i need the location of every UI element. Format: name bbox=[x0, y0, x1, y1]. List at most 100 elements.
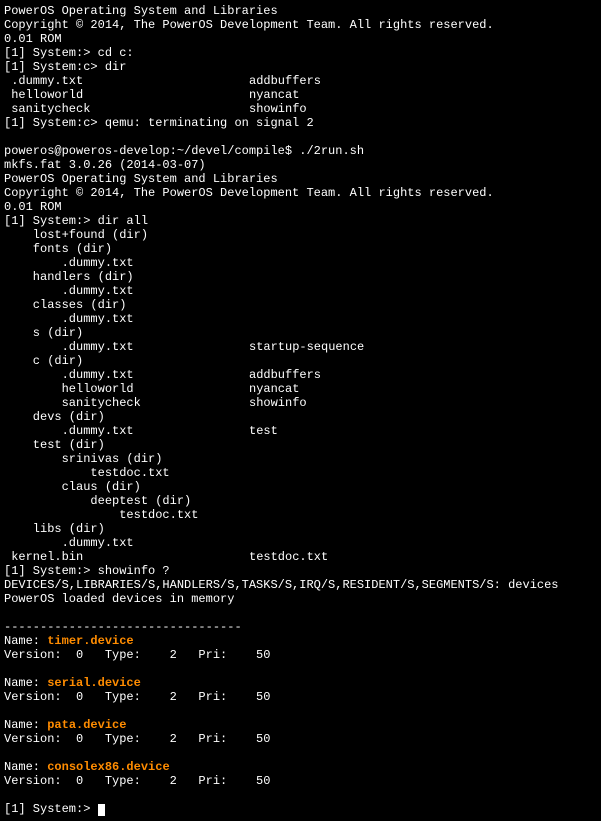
device-name: serial.device bbox=[47, 676, 141, 690]
file-name: devs (dir) bbox=[4, 410, 249, 424]
file-name: deeptest (dir) bbox=[4, 494, 249, 508]
os-title: PowerOS Operating System and Libraries bbox=[4, 4, 597, 18]
label: Name: bbox=[4, 718, 47, 732]
file-name: kernel.bin bbox=[4, 550, 249, 564]
separator: --------------------------------- bbox=[4, 620, 597, 634]
cmd-input[interactable]: dir bbox=[105, 60, 127, 74]
dir-entry: .dummy.txt bbox=[4, 256, 597, 270]
dir-entry: claus (dir) bbox=[4, 480, 597, 494]
prompt-line[interactable]: [1] System:> showinfo ? bbox=[4, 564, 597, 578]
prompt: [1] System:> bbox=[4, 802, 98, 816]
dir-entry: test (dir) bbox=[4, 438, 597, 452]
dir-entry: testdoc.txt bbox=[4, 466, 597, 480]
file-name: .dummy.txt bbox=[4, 340, 249, 354]
blank-line bbox=[4, 788, 597, 802]
os-rom: 0.01 ROM bbox=[4, 200, 597, 214]
file-name: helloworld bbox=[4, 382, 249, 396]
option-input[interactable]: devices bbox=[508, 578, 558, 592]
file-name: .dummy.txt bbox=[4, 284, 249, 298]
file-name: helloworld bbox=[4, 88, 249, 102]
prompt: [1] System:> bbox=[4, 564, 98, 578]
blank-line bbox=[4, 606, 597, 620]
device-name: timer.device bbox=[47, 634, 133, 648]
dir-entry: devs (dir) bbox=[4, 410, 597, 424]
dir-entry: srinivas (dir) bbox=[4, 452, 597, 466]
prompt: [1] System:c> bbox=[4, 60, 105, 74]
dir-entry: .dummy.txt bbox=[4, 284, 597, 298]
dir-entry: .dummy.txt bbox=[4, 536, 597, 550]
device-name: pata.device bbox=[47, 718, 126, 732]
dir-entry: .dummy.txtstartup-sequence bbox=[4, 340, 597, 354]
os-title: PowerOS Operating System and Libraries bbox=[4, 172, 597, 186]
dir-entry: helloworldnyancat bbox=[4, 88, 597, 102]
file-name: testdoc.txt bbox=[4, 508, 249, 522]
device-info-line: Version: 0 Type: 2 Pri: 50 bbox=[4, 648, 597, 662]
os-copyright: Copyright © 2014, The PowerOS Developmen… bbox=[4, 18, 597, 32]
dir-entry: handlers (dir) bbox=[4, 270, 597, 284]
cmd-input[interactable]: cd c: bbox=[98, 46, 134, 60]
dir-entry: libs (dir) bbox=[4, 522, 597, 536]
dir-entry: sanitycheckshowinfo bbox=[4, 396, 597, 410]
dir-entry: sanitycheckshowinfo bbox=[4, 102, 597, 116]
file-name: testdoc.txt bbox=[4, 466, 249, 480]
file-name: .dummy.txt bbox=[4, 312, 249, 326]
file-name: .dummy.txt bbox=[4, 536, 249, 550]
dir-entry: kernel.bintestdoc.txt bbox=[4, 550, 597, 564]
file-name: srinivas (dir) bbox=[4, 452, 249, 466]
device-info-line: Version: 0 Type: 2 Pri: 50 bbox=[4, 774, 597, 788]
dir-entry: deeptest (dir) bbox=[4, 494, 597, 508]
prompt: [1] System:> bbox=[4, 46, 98, 60]
host-prompt-line[interactable]: poweros@poweros-develop:~/devel/compile$… bbox=[4, 144, 597, 158]
label: Name: bbox=[4, 760, 47, 774]
device-name-line: Name: consolex86.device bbox=[4, 760, 597, 774]
label: Name: bbox=[4, 634, 47, 648]
dir-entry: fonts (dir) bbox=[4, 242, 597, 256]
file-name: .dummy.txt bbox=[4, 368, 249, 382]
dir-entry: .dummy.txt bbox=[4, 312, 597, 326]
file-name: .dummy.txt bbox=[4, 424, 249, 438]
file-name: claus (dir) bbox=[4, 480, 249, 494]
file-name: s (dir) bbox=[4, 326, 249, 340]
cmd-input[interactable]: showinfo ? bbox=[98, 564, 170, 578]
dir-tree: lost+found (dir) fonts (dir) .dummy.txt … bbox=[4, 228, 597, 564]
options-line[interactable]: DEVICES/S,LIBRARIES/S,HANDLERS/S,TASKS/S… bbox=[4, 578, 597, 592]
device-info-line: Version: 0 Type: 2 Pri: 50 bbox=[4, 690, 597, 704]
options-text: DEVICES/S,LIBRARIES/S,HANDLERS/S,TASKS/S… bbox=[4, 578, 508, 592]
file-name: showinfo bbox=[249, 102, 307, 116]
output-text: qemu: terminating on signal 2 bbox=[105, 116, 314, 130]
devices-list: Name: timer.deviceVersion: 0 Type: 2 Pri… bbox=[4, 634, 597, 802]
dir-entry: lost+found (dir) bbox=[4, 228, 597, 242]
prompt-line[interactable]: [1] System:> cd c: bbox=[4, 46, 597, 60]
prompt: [1] System:> bbox=[4, 214, 98, 228]
cmd-input[interactable]: ./2run.sh bbox=[299, 144, 364, 158]
dir-entry: .dummy.txtaddbuffers bbox=[4, 74, 597, 88]
file-name: classes (dir) bbox=[4, 298, 249, 312]
cursor-icon bbox=[98, 804, 105, 816]
os-copyright: Copyright © 2014, The PowerOS Developmen… bbox=[4, 186, 597, 200]
blank-line bbox=[4, 704, 597, 718]
dir-entry: helloworldnyancat bbox=[4, 382, 597, 396]
file-name: addbuffers bbox=[249, 74, 321, 88]
file-name: nyancat bbox=[249, 382, 299, 396]
prompt-line[interactable]: [1] System:c> dir bbox=[4, 60, 597, 74]
file-name: lost+found (dir) bbox=[4, 228, 249, 242]
prompt-line[interactable]: [1] System:> dir all bbox=[4, 214, 597, 228]
device-name-line: Name: pata.device bbox=[4, 718, 597, 732]
dir-entry: .dummy.txtaddbuffers bbox=[4, 368, 597, 382]
dir-entry: s (dir) bbox=[4, 326, 597, 340]
prompt-line[interactable]: [1] System:> bbox=[4, 802, 597, 816]
file-name: showinfo bbox=[249, 396, 307, 410]
blank-line bbox=[4, 662, 597, 676]
file-name: .dummy.txt bbox=[4, 74, 249, 88]
device-name-line: Name: timer.device bbox=[4, 634, 597, 648]
cmd-input[interactable]: dir all bbox=[98, 214, 148, 228]
label: Name: bbox=[4, 676, 47, 690]
host-prompt: poweros@poweros-develop:~/devel/compile$ bbox=[4, 144, 299, 158]
file-name: testdoc.txt bbox=[249, 550, 328, 564]
device-name: consolex86.device bbox=[47, 760, 169, 774]
file-name: .dummy.txt bbox=[4, 256, 249, 270]
file-name: handlers (dir) bbox=[4, 270, 249, 284]
output-text: PowerOS loaded devices in memory bbox=[4, 592, 597, 606]
device-name-line: Name: serial.device bbox=[4, 676, 597, 690]
file-name: test (dir) bbox=[4, 438, 249, 452]
